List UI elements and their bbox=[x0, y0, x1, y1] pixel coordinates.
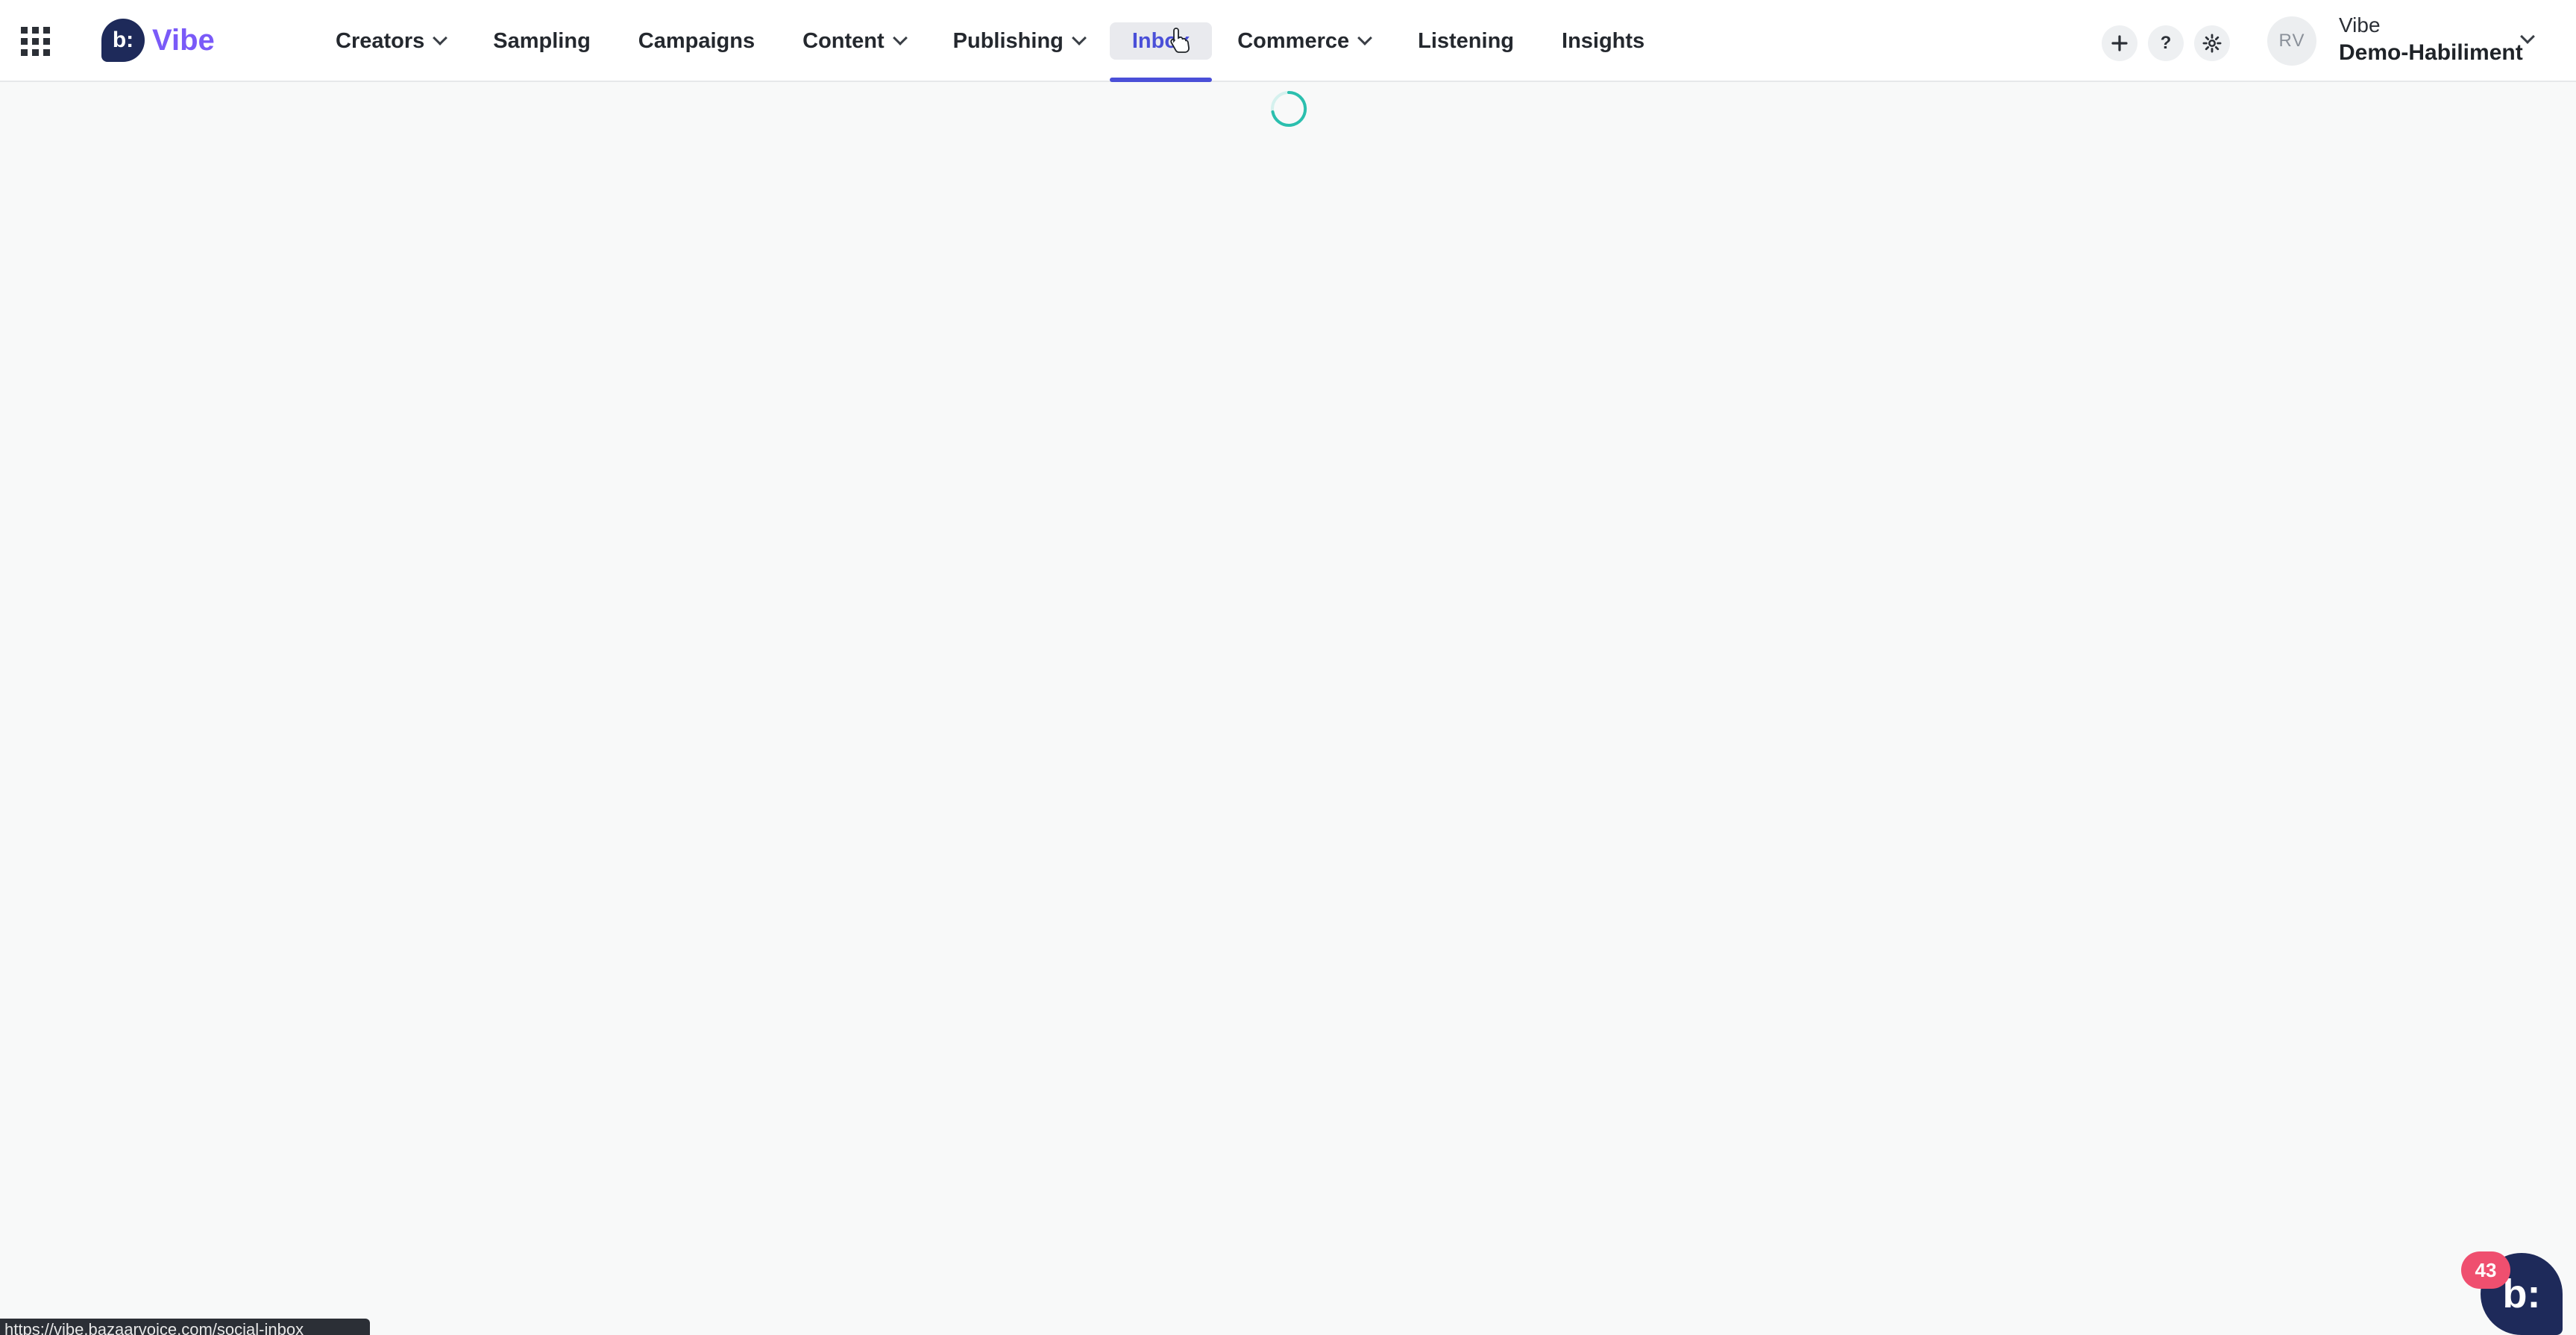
nav-label: Listening bbox=[1418, 28, 1515, 53]
main-nav: Creators Sampling Campaigns Content Publ… bbox=[313, 0, 1670, 82]
nav-label: Commerce bbox=[1237, 28, 1350, 53]
notification-badge: 43 bbox=[2461, 1251, 2510, 1289]
loading-spinner-icon bbox=[1271, 90, 1307, 127]
nav-item-publishing[interactable]: Publishing bbox=[931, 22, 1107, 60]
nav-item-inbox[interactable]: Inbox bbox=[1109, 22, 1213, 82]
nav-item-content[interactable]: Content bbox=[780, 22, 928, 60]
chevron-down-icon bbox=[1357, 31, 1373, 45]
add-button[interactable] bbox=[2102, 25, 2137, 61]
nav-item-campaigns[interactable]: Campaigns bbox=[616, 22, 777, 60]
hand-cursor-icon bbox=[1170, 28, 1190, 53]
logo-mark: b: bbox=[101, 19, 145, 62]
avatar[interactable]: RV bbox=[2267, 16, 2316, 66]
account-switcher[interactable]: Vibe Demo-Habiliment bbox=[2339, 12, 2523, 67]
nav-item-insights[interactable]: Insights bbox=[1539, 22, 1667, 60]
top-navigation-bar: b: Vibe Creators Sampling Campaigns Cont… bbox=[0, 0, 2576, 82]
nav-label: Insights bbox=[1562, 28, 1645, 53]
account-org: Vibe bbox=[2339, 13, 2381, 37]
status-bar-url: https://vibe.bazaarvoice.com/social-inbo… bbox=[0, 1319, 370, 1335]
help-icon: ? bbox=[2160, 33, 2172, 53]
plus-icon bbox=[2111, 35, 2128, 51]
nav-label: Campaigns bbox=[638, 28, 755, 53]
chevron-down-icon bbox=[892, 31, 908, 45]
nav-item-sampling[interactable]: Sampling bbox=[471, 22, 613, 60]
nav-item-listening[interactable]: Listening bbox=[1395, 22, 1536, 60]
settings-button[interactable] bbox=[2194, 25, 2230, 61]
account-name: Demo-Habiliment bbox=[2339, 40, 2523, 65]
help-button[interactable]: ? bbox=[2148, 25, 2184, 61]
nav-label: Publishing bbox=[952, 28, 1064, 53]
logo-text: Vibe bbox=[152, 23, 215, 57]
chevron-down-icon bbox=[1071, 31, 1087, 45]
nav-label: Sampling bbox=[493, 28, 591, 53]
chevron-down-icon bbox=[433, 31, 448, 45]
app-logo[interactable]: b: Vibe bbox=[101, 18, 215, 63]
app-launcher-icon[interactable] bbox=[21, 27, 51, 57]
nav-label: Content bbox=[802, 28, 885, 53]
nav-label: Creators bbox=[336, 28, 425, 53]
nav-item-creators[interactable]: Creators bbox=[313, 22, 468, 60]
nav-item-commerce[interactable]: Commerce bbox=[1215, 22, 1392, 60]
gear-icon bbox=[2202, 34, 2222, 53]
